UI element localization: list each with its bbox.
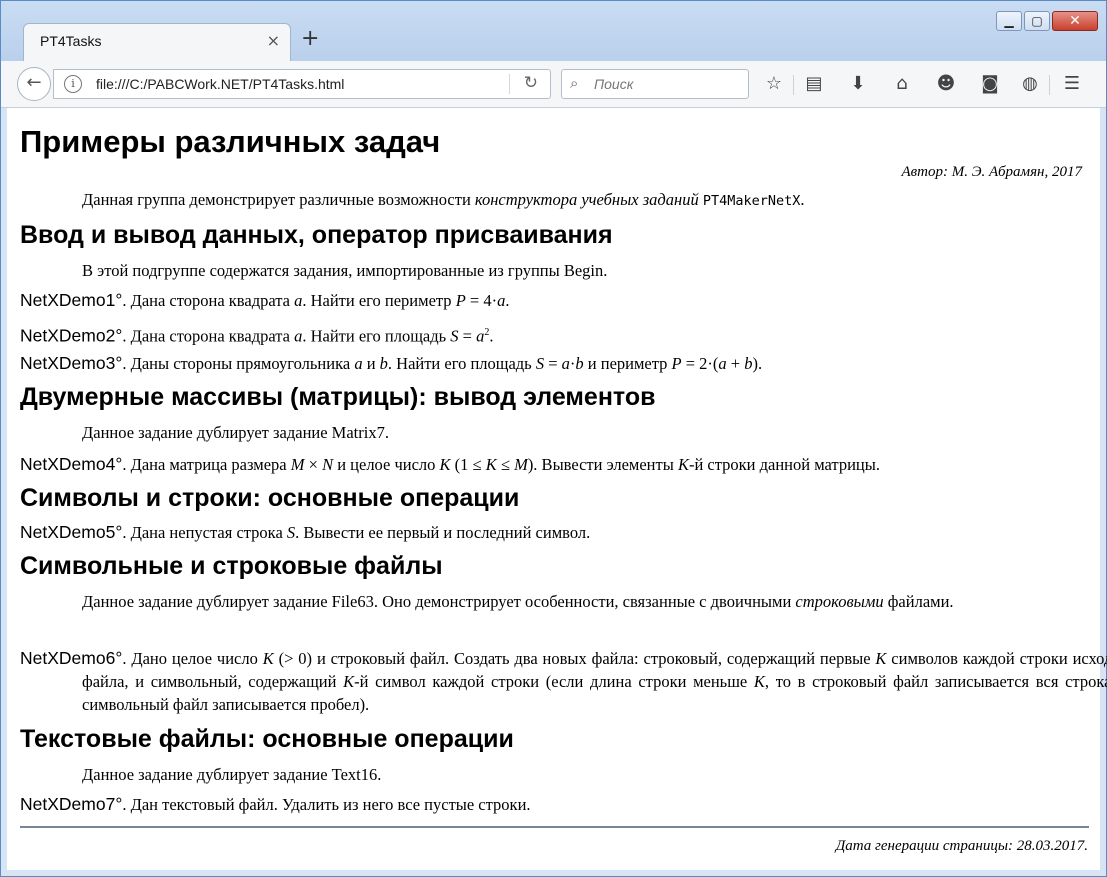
task-id: NetXDemo5° [20, 522, 123, 542]
minimize-icon: ▁ [1004, 14, 1014, 28]
minimize-button[interactable]: ▁ [996, 11, 1022, 31]
task-id: NetXDemo2° [20, 325, 123, 346]
tab-pt4tasks[interactable]: PT4Tasks × [23, 23, 291, 61]
task-id: NetXDemo6° [20, 648, 123, 668]
section-heading: Символы и строки: основные операции [20, 484, 520, 512]
close-window-button[interactable]: ✕ [1052, 11, 1098, 31]
reading-list-icon[interactable]: ▤ [801, 71, 827, 97]
search-box[interactable]: ⌕ Поиск [561, 69, 749, 99]
toolbar-divider [793, 75, 794, 95]
tab-title: PT4Tasks [40, 33, 102, 49]
group-intro: Данная группа демонстрирует различные во… [20, 188, 1082, 213]
task-netxdemo2: NetXDemo2°. Дана сторона квадрата a. Най… [20, 325, 494, 346]
note-suffix: файлами. [883, 592, 954, 611]
task-id: NetXDemo1° [20, 290, 123, 310]
back-button[interactable]: ← [17, 67, 51, 101]
download-icon[interactable]: ⬇ [845, 71, 871, 97]
page-content: Примеры различных задач Автор: М. Э. Абр… [7, 108, 1107, 870]
section-note: В этой подгруппе содержатся задания, имп… [82, 261, 608, 280]
section-heading: Двумерные массивы (матрицы): вывод элеме… [20, 383, 656, 411]
pocket-icon[interactable]: ◙ [977, 71, 1003, 97]
url-text: file:///C:/PABCWork.NET/PT4Tasks.html [96, 76, 345, 92]
tab-close-icon[interactable]: × [267, 31, 280, 50]
intro-suffix: . [800, 190, 805, 209]
sync-icon[interactable]: ◍ [1017, 71, 1043, 97]
intro-code: PT4MakerNetX [702, 193, 801, 209]
close-icon: ✕ [1069, 13, 1081, 29]
page-title: Примеры различных задач [20, 124, 441, 159]
window-controls: ▁ ▢ ✕ [996, 11, 1098, 31]
title-bar: PT4Tasks × + ▁ ▢ ✕ [1, 1, 1106, 61]
note-text: Данное задание дублирует задание File63.… [82, 592, 796, 611]
intro-italic: конструктора учебных заданий [474, 190, 699, 209]
task-id: NetXDemo7° [20, 794, 123, 814]
task-id: NetXDemo4° [20, 454, 123, 474]
bookmark-star-icon[interactable]: ☆ [761, 71, 787, 97]
navigation-toolbar: ← i file:///C:/PABCWork.NET/PT4Tasks.htm… [1, 61, 1106, 108]
home-icon[interactable]: ⌂ [889, 71, 915, 97]
toolbar-divider [1049, 75, 1050, 95]
note-italic: строковыми [795, 592, 884, 611]
section-heading: Текстовые файлы: основные операции [20, 725, 514, 753]
site-info-icon[interactable]: i [64, 75, 82, 93]
browser-window: PT4Tasks × + ▁ ▢ ✕ ← i file:///C:/PABCWo… [0, 0, 1107, 877]
maximize-button[interactable]: ▢ [1024, 11, 1050, 31]
intro-text: Данная группа демонстрирует различные во… [82, 190, 475, 209]
reload-icon[interactable]: ↻ [524, 73, 538, 93]
author-line: Автор: М. Э. Абрамян, 2017 [901, 164, 1082, 180]
footer-divider [20, 826, 1089, 828]
section-heading: Ввод и вывод данных, оператор присваиван… [20, 221, 613, 249]
address-divider [509, 74, 510, 94]
task-netxdemo3: NetXDemo3°. Даны стороны прямоугольника … [20, 353, 763, 373]
section-heading: Символьные и строковые файлы [20, 552, 443, 580]
generation-date: Дата генерации страницы: 28.03.2017. [835, 838, 1088, 854]
maximize-icon: ▢ [1031, 14, 1043, 28]
new-tab-button[interactable]: + [301, 25, 319, 53]
address-bar[interactable]: i file:///C:/PABCWork.NET/PT4Tasks.html … [53, 69, 551, 99]
task-netxdemo7: NetXDemo7°. Дан текстовый файл. Удалить … [20, 794, 531, 814]
task-netxdemo4: NetXDemo4°. Дана матрица размера M × N и… [20, 454, 880, 474]
smiley-icon[interactable]: ☻ [933, 71, 959, 97]
task-netxdemo5: NetXDemo5°. Дана непустая строка S. Выве… [20, 522, 591, 542]
task-netxdemo1: NetXDemo1°. Дана сторона квадрата a. Най… [20, 290, 510, 310]
section-note: Данное задание дублирует задание File63.… [20, 590, 1082, 613]
section-note: Данное задание дублирует задание Matrix7… [82, 423, 389, 442]
task-netxdemo6: NetXDemo6°. Дано целое число K (> 0) и с… [20, 648, 1107, 714]
task-id: NetXDemo3° [20, 353, 123, 373]
menu-icon[interactable]: ☰ [1059, 71, 1085, 97]
search-icon: ⌕ [570, 74, 579, 92]
section-note: Данное задание дублирует задание Text16. [82, 765, 382, 784]
search-placeholder: Поиск [594, 76, 634, 92]
